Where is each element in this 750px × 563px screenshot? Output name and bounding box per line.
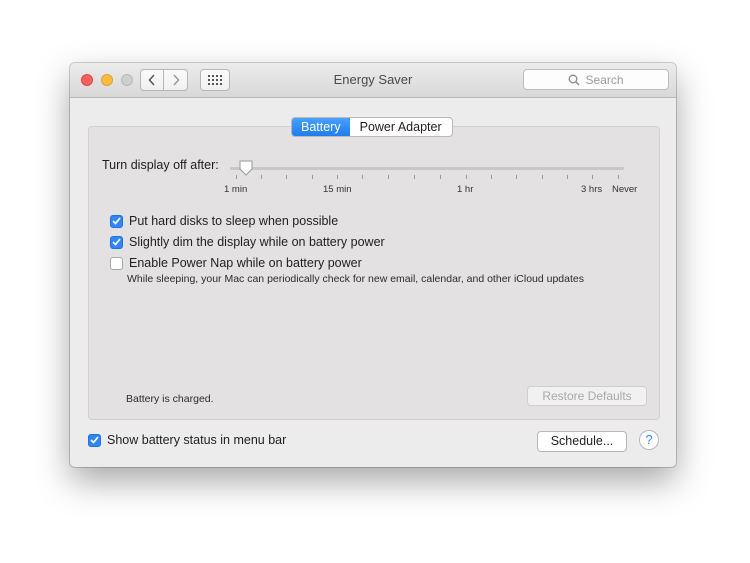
slider-tick xyxy=(567,175,568,179)
power-source-tabs: Battery Power Adapter xyxy=(291,117,453,137)
title-bar: Energy Saver Search xyxy=(70,63,676,98)
display-sleep-slider[interactable] xyxy=(230,167,624,170)
slider-tick xyxy=(618,175,619,179)
tick-label-1min: 1 min xyxy=(224,184,248,195)
slider-tick xyxy=(491,175,492,179)
slider-tick xyxy=(286,175,287,179)
dim-display-checkbox[interactable] xyxy=(110,235,123,249)
checkmark-icon xyxy=(112,238,121,246)
hard-disk-sleep-checkbox[interactable] xyxy=(110,214,123,228)
power-nap-description: While sleeping, your Mac can periodicall… xyxy=(127,273,584,285)
tab-power-adapter[interactable]: Power Adapter xyxy=(350,118,452,136)
tick-label-1hr: 1 hr xyxy=(457,184,474,195)
dim-display-option[interactable]: Slightly dim the display while on batter… xyxy=(110,235,385,249)
slider-tick xyxy=(337,175,338,179)
menu-bar-status-label: Show battery status in menu bar xyxy=(107,433,287,447)
menu-bar-status-option[interactable]: Show battery status in menu bar xyxy=(88,433,286,447)
slider-tick xyxy=(362,175,363,179)
search-icon xyxy=(569,74,580,85)
slider-tick xyxy=(440,175,441,179)
slider-tick xyxy=(414,175,415,179)
restore-defaults-button[interactable]: Restore Defaults xyxy=(527,386,647,406)
display-off-label: Turn display off after: xyxy=(102,158,219,172)
slider-tick xyxy=(516,175,517,179)
help-button[interactable]: ? xyxy=(639,430,659,450)
battery-status-text: Battery is charged. xyxy=(126,393,214,405)
menu-bar-status-checkbox[interactable] xyxy=(88,433,101,447)
tick-label-3hrs: 3 hrs xyxy=(581,184,603,195)
slider-tick xyxy=(592,175,593,179)
tick-label-never: Never xyxy=(612,184,638,195)
slider-knob[interactable] xyxy=(238,160,254,176)
slider-tick xyxy=(542,175,543,179)
power-nap-label: Enable Power Nap while on battery power xyxy=(129,256,362,270)
power-nap-checkbox[interactable] xyxy=(110,256,123,270)
power-nap-option[interactable]: Enable Power Nap while on battery power xyxy=(110,256,362,270)
slider-tick xyxy=(236,175,237,179)
dim-display-label: Slightly dim the display while on batter… xyxy=(129,235,385,249)
hard-disk-sleep-option[interactable]: Put hard disks to sleep when possible xyxy=(110,214,338,228)
tick-label-15min: 15 min xyxy=(323,184,352,195)
slider-tick xyxy=(466,175,467,179)
tab-battery[interactable]: Battery xyxy=(292,118,350,136)
schedule-button[interactable]: Schedule... xyxy=(537,431,627,452)
search-placeholder: Search xyxy=(585,72,624,87)
energy-saver-window: Energy Saver Search Battery Power Adapte… xyxy=(70,63,676,467)
checkmark-icon xyxy=(112,217,121,225)
slider-tick xyxy=(312,175,313,179)
slider-tick xyxy=(261,175,262,179)
slider-tick xyxy=(388,175,389,179)
hard-disk-sleep-label: Put hard disks to sleep when possible xyxy=(129,214,339,228)
search-field[interactable]: Search xyxy=(523,69,669,90)
checkmark-icon xyxy=(90,436,99,444)
